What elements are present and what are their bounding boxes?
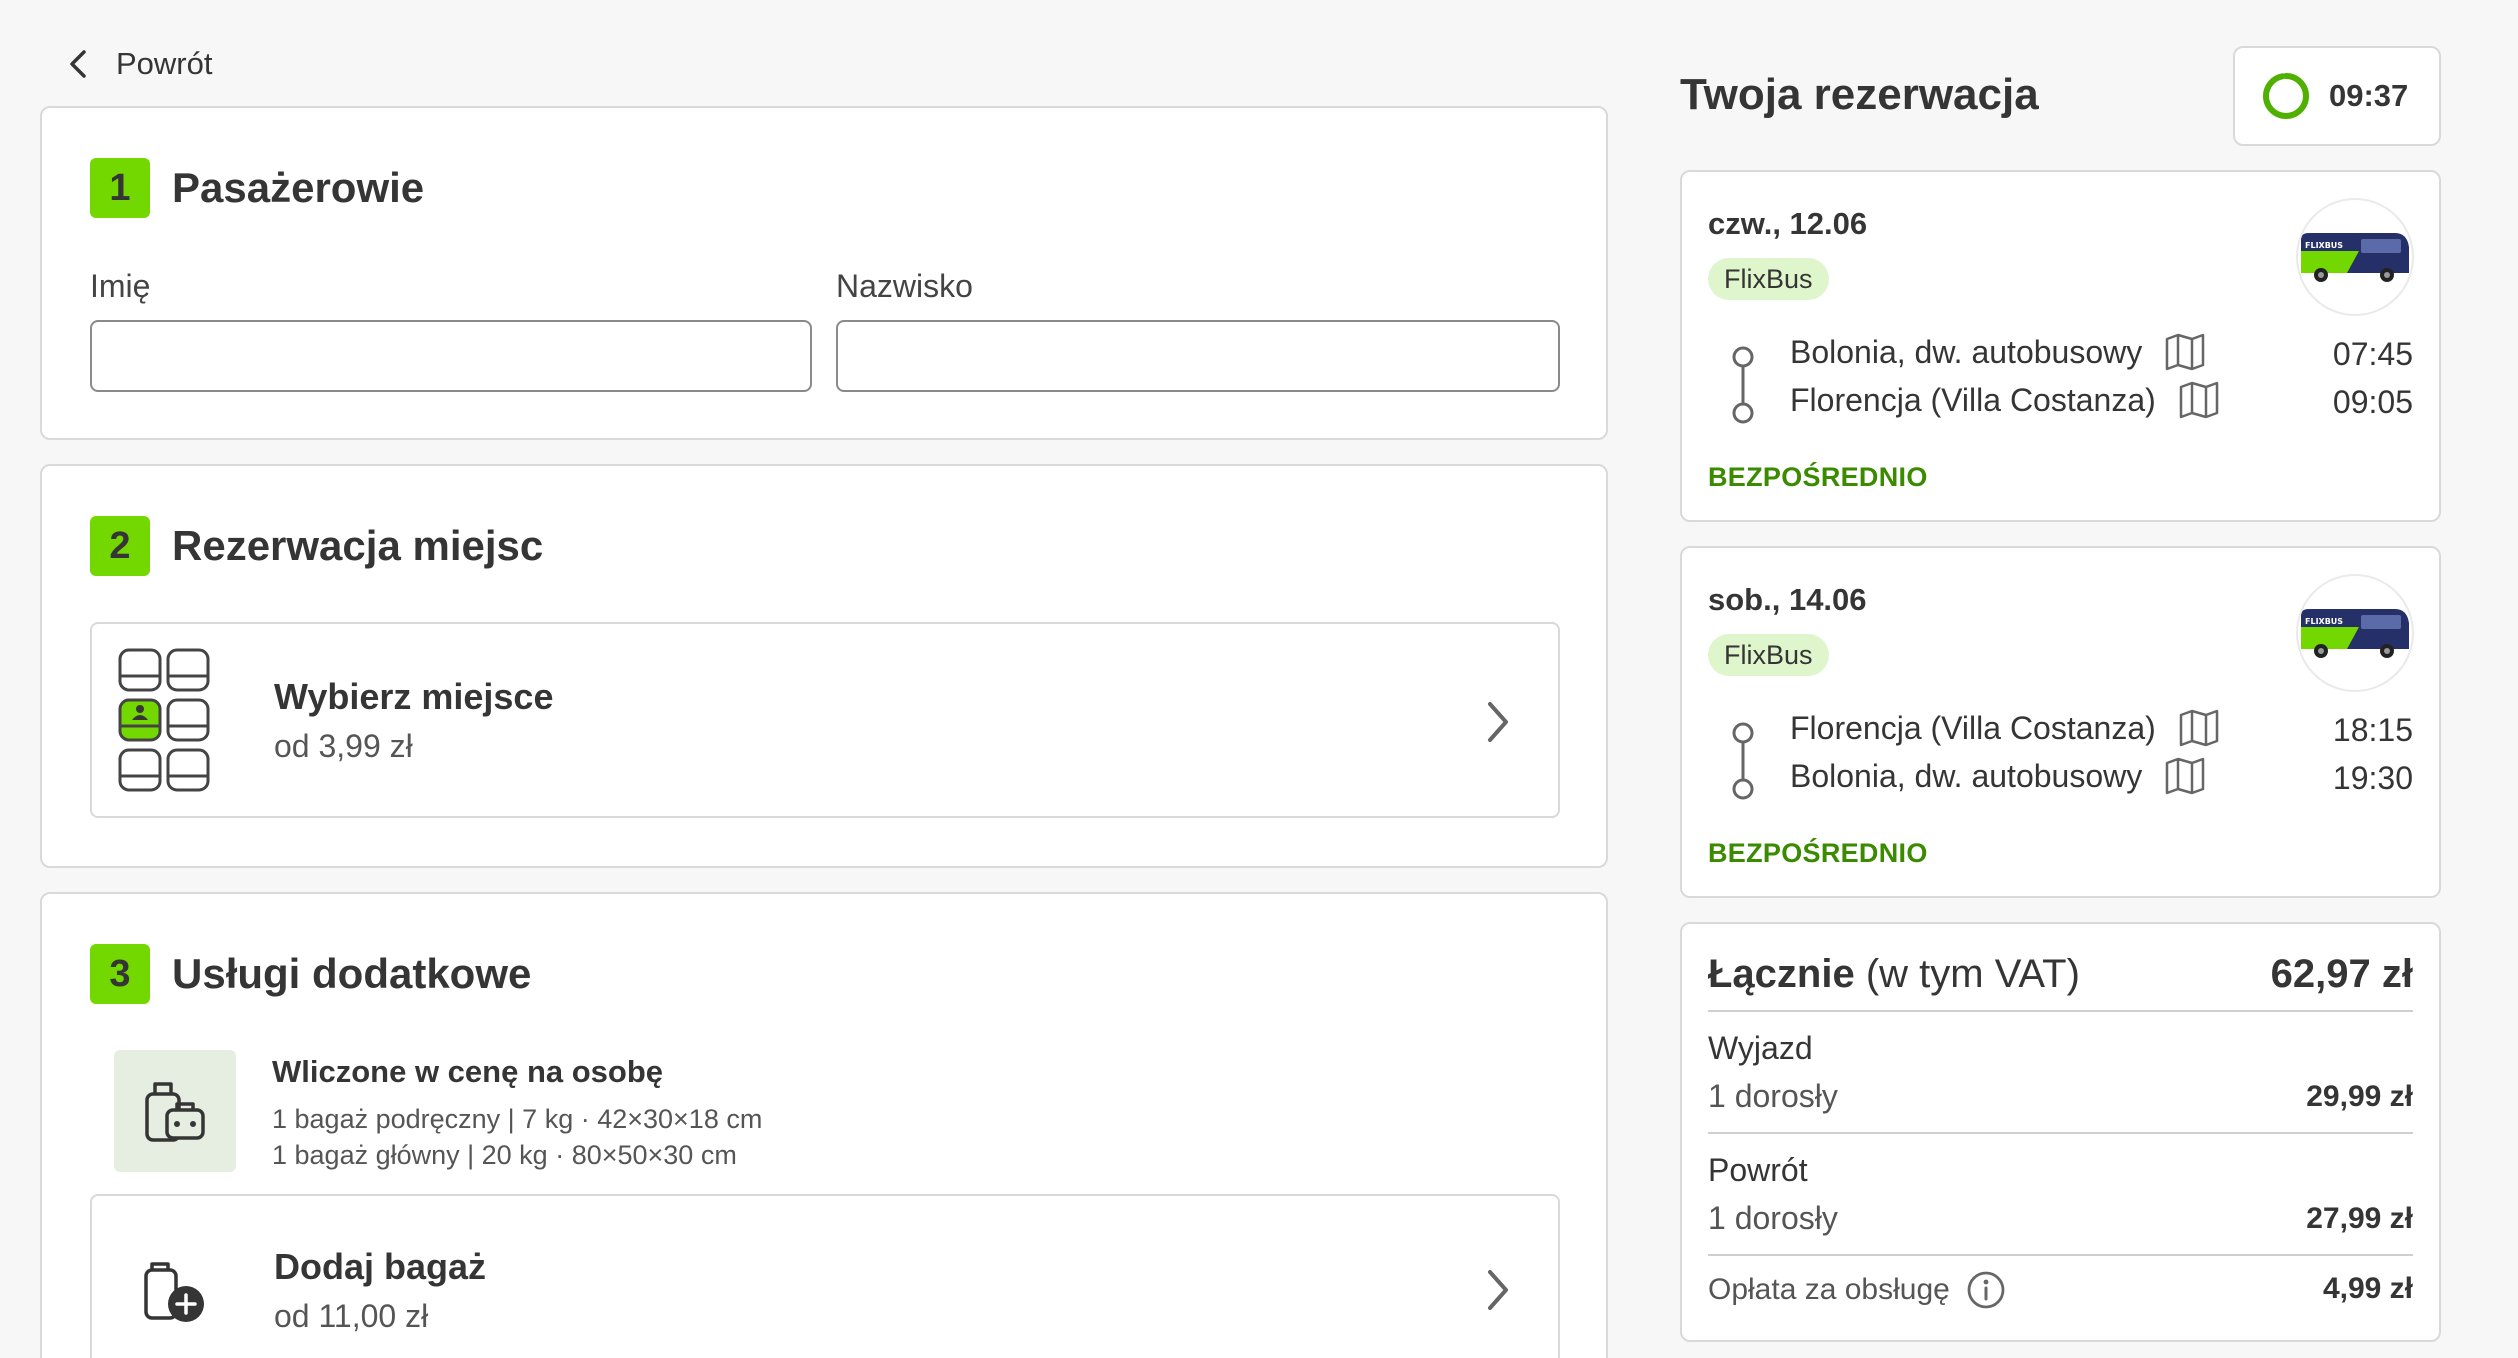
departure-stop: Bolonia, dw. autobusowy xyxy=(1790,332,2206,372)
chevron-right-icon xyxy=(1488,702,1508,742)
seats-header: 2 Rezerwacja miejsc xyxy=(90,516,543,576)
step-number: 1 xyxy=(90,158,150,218)
map-icon[interactable] xyxy=(2178,380,2220,420)
back-link[interactable]: Powrót xyxy=(66,46,212,82)
arrival-stop: Florencja (Villa Costanza) xyxy=(1790,380,2220,420)
section-title: Pasażerowie xyxy=(172,164,425,211)
add-luggage-icon xyxy=(144,1262,204,1322)
map-icon[interactable] xyxy=(2178,708,2220,748)
stop-name: Florencja (Villa Costanza) xyxy=(1790,381,2156,418)
choose-seat-title: Wybierz miejsce xyxy=(274,676,554,717)
service-fee-price: 4,99 zł xyxy=(2322,1272,2413,1305)
trip-card-outbound: czw., 12.06 FlixBus FLIXBUS Bolonia, dw.… xyxy=(1680,170,2441,522)
svg-text:FLIXBUS: FLIXBUS xyxy=(2305,617,2343,626)
extras-header: 3 Usługi dodatkowe xyxy=(90,944,531,1004)
departure-time: 07:45 xyxy=(2332,336,2413,372)
bus-icon: FLIXBUS xyxy=(2296,198,2414,316)
map-icon[interactable] xyxy=(2164,332,2206,372)
passengers-panel: 1 Pasażerowie Imię Nazwisko xyxy=(40,106,1608,440)
route-line-icon xyxy=(1732,722,1754,800)
price-summary: Łącznie (w tym VAT) 62,97 zł Wyjazd 1 do… xyxy=(1680,922,2441,1342)
divider xyxy=(1708,1132,2413,1134)
passengers-header: 1 Pasażerowie xyxy=(90,158,424,218)
included-title: Wliczone w cenę na osobę xyxy=(272,1054,664,1089)
section-title: Usługi dodatkowe xyxy=(172,950,532,997)
luggage-icon xyxy=(114,1050,236,1172)
trip-date: czw., 12.06 xyxy=(1708,206,1868,241)
trip-date: sob., 14.06 xyxy=(1708,582,1867,617)
service-fee: Opłata za obsługę xyxy=(1708,1270,2006,1310)
divider xyxy=(1708,1010,2413,1012)
direct-label: BEZPOŚREDNIO xyxy=(1708,462,1928,492)
departure-time: 18:15 xyxy=(2332,712,2413,748)
arrival-stop: Bolonia, dw. autobusowy xyxy=(1790,756,2206,796)
direct-label: BEZPOŚREDNIO xyxy=(1708,838,1928,868)
seats-panel: 2 Rezerwacja miejsc Wybierz miejsce od 3… xyxy=(40,464,1608,868)
last-name-label: Nazwisko xyxy=(836,268,973,304)
chevron-right-icon xyxy=(1488,1270,1508,1310)
svg-text:FLIXBUS: FLIXBUS xyxy=(2305,241,2343,250)
timer-ring-icon xyxy=(2263,73,2309,119)
return-label: Powrót xyxy=(1708,1152,1808,1188)
choose-seat-button[interactable]: Wybierz miejsce od 3,99 zł xyxy=(90,622,1560,818)
divider xyxy=(1708,1254,2413,1256)
bus-icon: FLIXBUS xyxy=(2296,574,2414,692)
first-name-input[interactable] xyxy=(90,320,812,392)
stop-name: Bolonia, dw. autobusowy xyxy=(1790,757,2143,794)
arrival-time: 19:30 xyxy=(2332,760,2413,796)
step-number: 2 xyxy=(90,516,150,576)
add-luggage-price: od 11,00 zł xyxy=(274,1298,429,1334)
add-luggage-button[interactable]: Dodaj bagaż od 11,00 zł xyxy=(90,1194,1560,1358)
stop-name: Bolonia, dw. autobusowy xyxy=(1790,333,2143,370)
total-label: Łącznie (w tym VAT) xyxy=(1708,952,2080,997)
departure-stop: Florencja (Villa Costanza) xyxy=(1790,708,2220,748)
trip-card-return: sob., 14.06 FlixBus FLIXBUS Florencja (V… xyxy=(1680,546,2441,898)
return-passengers: 1 dorosły xyxy=(1708,1200,1838,1236)
first-name-label: Imię xyxy=(90,268,151,304)
total-note: (w tym VAT) xyxy=(1865,952,2080,996)
section-title: Rezerwacja miejsc xyxy=(172,522,544,569)
stop-name: Florencja (Villa Costanza) xyxy=(1790,709,2156,746)
reservation-timer: 09:37 xyxy=(2233,46,2441,146)
arrival-time: 09:05 xyxy=(2332,384,2413,420)
reservation-title: Twoja rezerwacja xyxy=(1680,70,2039,119)
add-luggage-title: Dodaj bagaż xyxy=(274,1246,487,1287)
included-line: 1 bagaż podręczny | 7 kg · 42×30×18 cm xyxy=(272,1104,763,1134)
info-icon[interactable] xyxy=(1966,1270,2006,1310)
outbound-price: 29,99 zł xyxy=(2306,1080,2413,1113)
total-label-text: Łącznie xyxy=(1708,952,1855,996)
chevron-left-icon xyxy=(70,50,86,78)
choose-seat-price: od 3,99 zł xyxy=(274,728,413,764)
back-label: Powrót xyxy=(116,46,213,81)
seat-map-icon xyxy=(118,648,210,792)
included-line: 1 bagaż główny | 20 kg · 80×50×30 cm xyxy=(272,1140,737,1170)
service-fee-label: Opłata za obsługę xyxy=(1708,1273,1950,1306)
operator-badge: FlixBus xyxy=(1708,258,1829,300)
operator-badge: FlixBus xyxy=(1708,634,1829,676)
outbound-passengers: 1 dorosły xyxy=(1708,1078,1838,1114)
extras-panel: 3 Usługi dodatkowe Wliczone w cenę na os… xyxy=(40,892,1608,1358)
total-price: 62,97 zł xyxy=(2270,952,2413,996)
last-name-input[interactable] xyxy=(836,320,1560,392)
return-price: 27,99 zł xyxy=(2306,1202,2413,1235)
route-line-icon xyxy=(1732,346,1754,424)
outbound-label: Wyjazd xyxy=(1708,1030,1813,1066)
map-icon[interactable] xyxy=(2164,756,2206,796)
step-number: 3 xyxy=(90,944,150,1004)
timer-value: 09:37 xyxy=(2329,78,2409,113)
